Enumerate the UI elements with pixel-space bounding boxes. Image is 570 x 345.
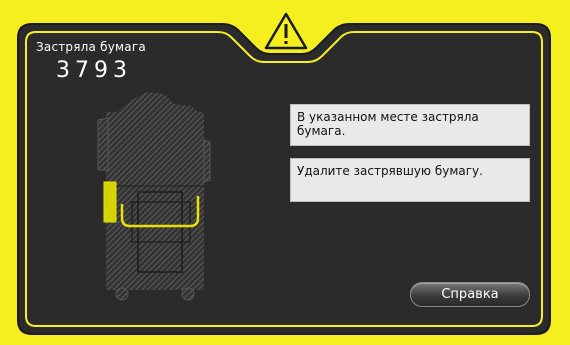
error-code: 3793	[56, 58, 132, 83]
help-button-label: Справка	[441, 287, 499, 302]
message-location: В указанном месте застряла бумага.	[290, 104, 530, 146]
help-button[interactable]: Справка	[410, 282, 530, 307]
warning-triangle-icon	[264, 12, 308, 50]
printer-diagram	[97, 92, 211, 301]
error-title: Застряла бумага	[36, 40, 146, 54]
message-instruction: Удалите застрявшую бумагу.	[290, 158, 530, 202]
